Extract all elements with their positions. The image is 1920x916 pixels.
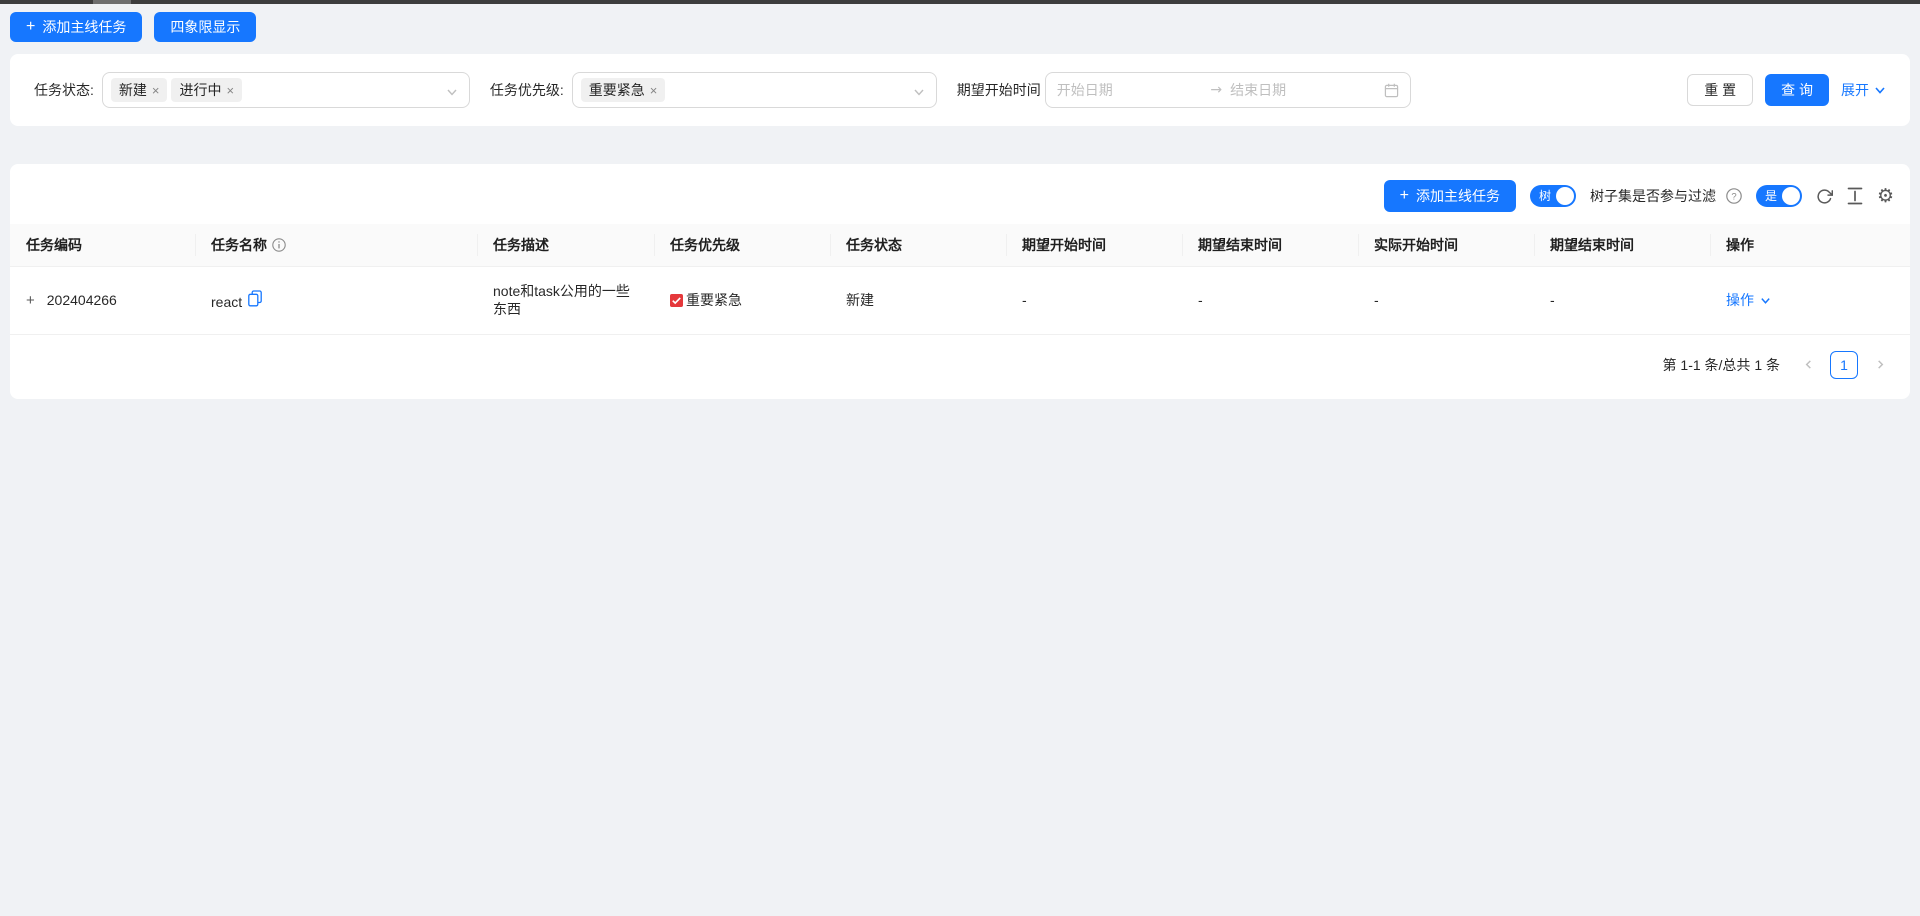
date-filter-label: 期望开始时间 (957, 80, 1041, 100)
add-main-task-button-top[interactable]: + 添加主线任务 (10, 12, 142, 42)
quadrant-display-button[interactable]: 四象限显示 (154, 12, 256, 42)
table-header-row: 任务编码 任务名称 任务描述 任务优先级 任务状态 期望开始时间 期望结束时间 … (10, 224, 1910, 266)
expand-row-icon[interactable]: + (26, 293, 35, 308)
yes-switch-label: 是 (1765, 190, 1777, 202)
header-actual-start: 实际开始时间 (1358, 224, 1534, 266)
gear-icon[interactable]: ⚙ (1877, 187, 1894, 206)
expand-label: 展开 (1841, 80, 1869, 100)
calendar-icon (1384, 83, 1399, 98)
task-table-panel: + 添加主线任务 树 树子集是否参与过滤 ? 是 ⚙ (10, 164, 1910, 399)
chevron-right-icon (1875, 359, 1886, 370)
expand-filters-link[interactable]: 展开 (1841, 80, 1886, 100)
expected-start-date-range-picker[interactable]: 开始日期 → 结束日期 (1045, 72, 1411, 108)
status-tag-label: 新建 (119, 80, 147, 100)
task-table: 任务编码 任务名称 任务描述 任务优先级 任务状态 期望开始时间 期望结束时间 … (10, 224, 1910, 335)
cell-actions: 操作 (1710, 266, 1910, 334)
status-filter-select[interactable]: 新建 × 进行中 × (102, 72, 470, 108)
task-name-value: react (211, 294, 242, 310)
add-main-task-button[interactable]: + 添加主线任务 (1384, 180, 1516, 212)
refresh-icon[interactable] (1816, 188, 1833, 205)
task-description-value: note和task公用的一些东西 (493, 282, 631, 318)
switch-knob (1556, 187, 1574, 205)
header-expected-end-2: 期望结束时间 (1534, 224, 1710, 266)
chevron-down-icon (1874, 84, 1886, 96)
table-row: + 202404266 react note和task公用的一些东西 (10, 266, 1910, 334)
cell-actual-start: - (1358, 266, 1534, 334)
priority-flag-icon (670, 294, 683, 307)
switch-knob (1782, 187, 1800, 205)
priority-tag: 重要紧急 × (581, 78, 666, 102)
status-tag-label: 进行中 (179, 80, 221, 100)
cell-task-priority: 重要紧急 (654, 266, 830, 334)
chevron-left-icon (1803, 359, 1814, 370)
header-expected-end: 期望结束时间 (1182, 224, 1358, 266)
add-main-task-label: 添加主线任务 (1416, 186, 1500, 206)
header-expected-start: 期望开始时间 (1006, 224, 1182, 266)
priority-value: 重要紧急 (686, 290, 742, 310)
pagination-summary: 第 1-1 条/总共 1 条 (1663, 355, 1780, 375)
cell-expected-start: - (1006, 266, 1182, 334)
range-arrow-icon: → (1210, 82, 1222, 98)
status-tag: 新建 × (111, 78, 168, 102)
close-icon[interactable]: × (650, 84, 658, 97)
tree-switch-label: 树 (1539, 190, 1551, 202)
cell-expected-end-2: - (1534, 266, 1710, 334)
top-action-bar: + 添加主线任务 四象限显示 (0, 4, 1920, 50)
filter-fields: 任务状态: 新建 × 进行中 × 任务优先级: 重要紧急 × (34, 72, 1411, 108)
cell-task-status: 新建 (830, 266, 1006, 334)
page-number-button[interactable]: 1 (1830, 351, 1858, 379)
header-task-code: 任务编码 (10, 224, 195, 266)
cell-expected-end: - (1182, 266, 1358, 334)
end-date-input[interactable]: 结束日期 (1230, 80, 1376, 100)
table-toolbar: + 添加主线任务 树 树子集是否参与过滤 ? 是 ⚙ (10, 164, 1910, 224)
plus-icon: + (26, 19, 35, 35)
tree-mode-switch[interactable]: 树 (1530, 185, 1576, 207)
chevron-down-icon (1760, 295, 1771, 306)
close-icon[interactable]: × (152, 84, 160, 97)
start-date-input[interactable]: 开始日期 (1057, 80, 1203, 100)
priority-filter-select[interactable]: 重要紧急 × (572, 72, 937, 108)
quadrant-display-label: 四象限显示 (170, 17, 240, 37)
reset-label: 重 置 (1704, 80, 1736, 100)
svg-text:?: ? (1731, 191, 1736, 202)
question-circle-icon[interactable]: ? (1726, 188, 1742, 204)
plus-icon: + (1400, 188, 1409, 204)
header-task-status: 任务状态 (830, 224, 1006, 266)
pagination: 第 1-1 条/总共 1 条 1 (10, 335, 1910, 383)
filter-actions: 重 置 查 询 展开 (1687, 74, 1886, 106)
filter-panel: 任务状态: 新建 × 进行中 × 任务优先级: 重要紧急 × (10, 54, 1910, 126)
status-filter-label: 任务状态: (34, 80, 94, 100)
header-task-description: 任务描述 (477, 224, 654, 266)
priority-tag-label: 重要紧急 (589, 80, 645, 100)
tree-filter-label: 树子集是否参与过滤 (1590, 186, 1716, 206)
cell-task-description: note和task公用的一些东西 (477, 266, 654, 334)
add-main-task-label: 添加主线任务 (42, 17, 126, 37)
query-button[interactable]: 查 询 (1765, 74, 1829, 106)
cell-task-name: react (195, 266, 477, 334)
next-page-button[interactable] (1868, 351, 1892, 379)
close-icon[interactable]: × (226, 84, 234, 97)
prev-page-button[interactable] (1796, 351, 1820, 379)
chevron-down-icon (913, 85, 925, 101)
query-label: 查 询 (1781, 80, 1813, 100)
status-tag: 进行中 × (171, 78, 242, 102)
priority-filter-label: 任务优先级: (490, 80, 564, 100)
header-task-name: 任务名称 (195, 224, 477, 266)
row-action-dropdown[interactable]: 操作 (1726, 290, 1771, 310)
chevron-down-icon (446, 85, 458, 101)
row-height-icon[interactable] (1847, 187, 1863, 205)
info-circle-icon[interactable] (272, 238, 286, 252)
copy-icon[interactable] (248, 290, 262, 307)
top-strip-thumb (93, 0, 131, 4)
header-task-priority: 任务优先级 (654, 224, 830, 266)
top-strip (0, 0, 1920, 4)
task-code-value: 202404266 (47, 292, 117, 308)
action-label: 操作 (1726, 290, 1754, 310)
reset-button[interactable]: 重 置 (1687, 74, 1753, 106)
header-actions: 操作 (1710, 224, 1910, 266)
cell-task-code: + 202404266 (10, 266, 195, 334)
tree-filter-switch[interactable]: 是 (1756, 185, 1802, 207)
